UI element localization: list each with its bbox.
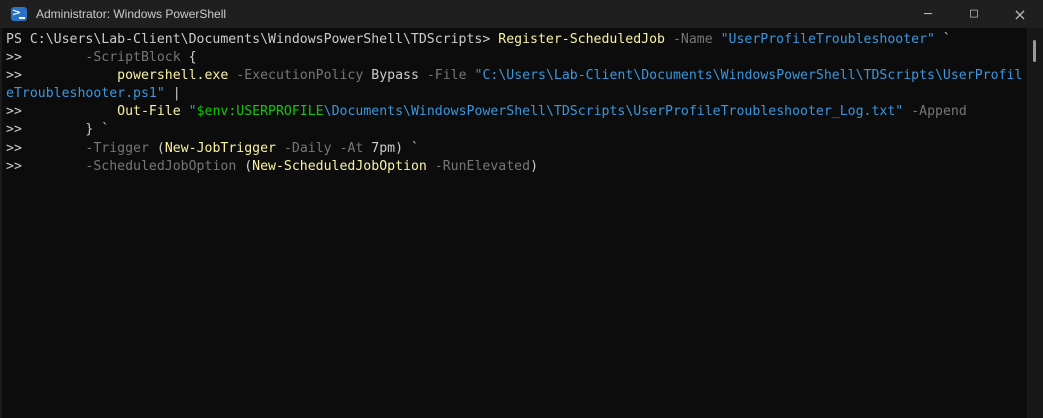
terminal-text-plain: >> [6,140,86,156]
terminal-text-plain [713,32,721,47]
terminal-text-command: New-ScheduledJobOption [252,158,427,174]
terminal-text-variable: $env:USERPROFILE [196,104,324,120]
terminal-text-plain: >> [6,104,118,120]
terminal-line: >> } ` [6,121,1025,139]
maximize-icon: □ [970,5,978,21]
terminal-text-plain [427,159,435,174]
powershell-icon: > [11,7,27,21]
terminal-line: >> -Trigger (New-JobTrigger -Daily -At 7… [6,140,1025,158]
terminal-text-plain: ) [530,158,539,174]
terminal-line: PS C:\Users\Lab-Client\Documents\Windows… [6,31,1025,49]
scrollbar[interactable] [1027,28,1043,418]
minimize-button[interactable]: ─ [905,0,951,28]
terminal-text-parameter: -RunElevated [434,158,531,174]
terminal-text-plain: | [164,86,181,102]
minimize-icon: ─ [924,6,932,22]
terminal-text-command: Out-File [117,104,181,120]
terminal-text-string: \Documents\WindowsPowerShell\TDScripts\U… [323,104,904,120]
terminal-line: >> powershell.exe -ExecutionPolicy Bypas… [6,67,1025,85]
scrollbar-thumb[interactable] [1033,40,1036,62]
terminal-text-parameter: -ScheduledJobOption [85,158,237,174]
terminal-line: >> Out-File "$env:USERPROFILE\Documents\… [6,103,1025,121]
terminal-text-plain: ( [236,158,253,174]
terminal-text-plain: ( [148,140,165,156]
terminal-text-parameter: -Trigger [85,140,149,156]
window-title: Administrator: Windows PowerShell [36,7,227,21]
terminal-line: eTroubleshooter.ps1" | [6,85,1025,103]
close-icon: × [1013,4,1027,24]
terminal-text-plain: >> [6,68,118,84]
powershell-underscore-glyph [19,17,25,19]
terminal-text-string: " [188,104,197,120]
terminal-text-plain: 7pm) ` [363,140,419,156]
terminal-text-plain [467,68,475,83]
terminal-text-plain: >> [6,158,86,174]
terminal-text-command: powershell.exe [117,68,229,84]
terminal-text-plain [181,104,189,119]
terminal-text-parameter: -File [426,68,467,84]
terminal-line: >> -ScheduledJobOption (New-ScheduledJob… [6,158,1025,176]
close-button[interactable]: × [997,0,1043,28]
terminal-text-string: "UserProfileTroubleshooter" [720,32,935,47]
terminal-text-parameter: -Daily [283,140,332,156]
window-controls: ─ □ × [905,0,1043,28]
terminal-text-parameter: -ExecutionPolicy [236,68,364,84]
terminal-text-plain: { [180,50,197,66]
powershell-window: > Administrator: Windows PowerShell ─ □ … [0,0,1043,418]
terminal-lines: PS C:\Users\Lab-Client\Documents\Windows… [6,31,1025,176]
terminal-text-plain [665,32,673,47]
terminal-output[interactable]: PS C:\Users\Lab-Client\Documents\Windows… [0,28,1043,418]
terminal-text-parameter: -At [339,140,364,156]
terminal-text-plain: >> } ` [6,122,110,138]
terminal-text-command: New-JobTrigger [164,140,276,156]
title-bar[interactable]: > Administrator: Windows PowerShell ─ □ … [0,0,1043,28]
terminal-text-plain: >> [6,50,86,66]
terminal-text-plain: PS C:\Users\Lab-Client\Documents\Windows… [6,32,499,47]
terminal-line: >> -ScriptBlock { [6,49,1025,67]
terminal-text-plain [903,104,911,119]
terminal-text-parameter: -Append [911,104,967,120]
terminal-text-plain: ` [934,32,951,47]
terminal-text-command: Register-ScheduledJob [498,32,665,47]
terminal-text-plain: Bypass [363,68,427,84]
terminal-text-parameter: -ScriptBlock [85,50,181,66]
terminal-text-string: "C:\Users\Lab-Client\Documents\WindowsPo… [474,68,1023,84]
terminal-text-plain [332,141,340,156]
terminal-text-string: eTroubleshooter.ps1" [6,86,165,102]
terminal-text-parameter: -Name [672,32,713,47]
terminal-text-plain [276,141,284,156]
maximize-button[interactable]: □ [951,0,997,28]
